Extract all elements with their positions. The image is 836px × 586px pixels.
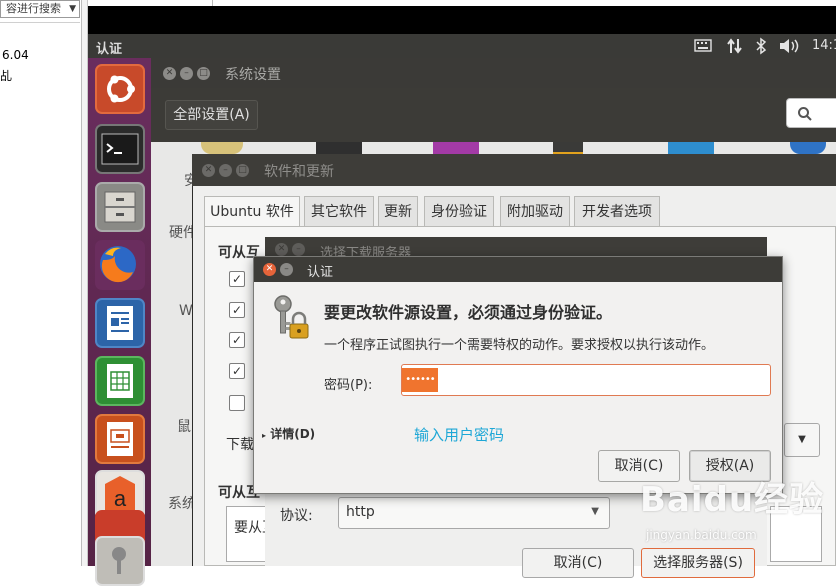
password-label: 密码(P):	[324, 378, 373, 393]
host-search-box[interactable]: 容进行搜索 ▼	[0, 0, 80, 18]
svg-text:a: a	[114, 486, 127, 511]
baidu-watermark: Baidu经验 jingyan.baidu.com	[640, 472, 836, 566]
host-divider	[0, 22, 80, 23]
download-server-combo[interactable]: ▼	[784, 423, 820, 457]
maximize-icon[interactable]: □	[236, 164, 249, 177]
protocol-value: http	[346, 504, 375, 520]
all-settings-button[interactable]: 全部设置(A)	[165, 100, 258, 130]
host-text-line: 乩	[0, 69, 13, 83]
close-icon[interactable]: ✕	[263, 263, 276, 276]
online-accounts-icon[interactable]	[668, 142, 714, 154]
protocol-select[interactable]: http ▼	[338, 497, 610, 529]
password-input[interactable]	[401, 364, 771, 396]
host-search-text: 容进行搜索	[6, 2, 61, 15]
writer-icon[interactable]	[95, 298, 145, 348]
unity-launcher: a	[88, 58, 151, 586]
bluetooth-icon[interactable]	[755, 37, 767, 60]
close-icon[interactable]: ✕	[202, 164, 215, 177]
maximize-icon[interactable]: □	[197, 67, 210, 80]
tab-other-software[interactable]: 其它软件	[304, 196, 374, 226]
details-expander[interactable]: ▸ 详情(D)	[262, 425, 315, 442]
vm-top-black-bar	[88, 6, 836, 34]
keys-icon[interactable]	[95, 536, 145, 586]
calc-icon[interactable]	[95, 356, 145, 406]
protocol-label: 协议:	[280, 508, 313, 524]
auth-titlebar: ✕ – 认证	[254, 257, 782, 282]
server-cancel-button[interactable]: 取消(C)	[522, 548, 634, 578]
top-panel: 认证 14:1	[88, 34, 836, 58]
appearance-icon[interactable]	[201, 142, 243, 154]
settings-search-input[interactable]	[786, 98, 836, 128]
triangle-right-icon: ▸	[262, 431, 267, 440]
window-title: 软件和更新	[264, 164, 334, 180]
security-icon[interactable]	[553, 142, 583, 154]
tab-updates[interactable]: 更新	[378, 196, 418, 226]
volume-icon[interactable]	[778, 37, 800, 60]
tab-ubuntu-software[interactable]: Ubuntu 软件	[204, 196, 300, 227]
close-icon[interactable]: ✕	[163, 67, 176, 80]
software-updates-titlebar: ✕ – □ 软件和更新	[192, 154, 836, 186]
language-icon[interactable]	[433, 142, 479, 154]
chevron-down-icon[interactable]: ▼	[69, 1, 76, 17]
chevron-down-icon: ▼	[591, 506, 599, 517]
source-checkbox[interactable]: ✓	[229, 363, 245, 379]
watermark-url: jingyan.baidu.com	[646, 528, 757, 542]
tab-developer-options[interactable]: 开发者选项	[574, 196, 660, 226]
download-from-label: 下载	[226, 437, 254, 453]
search-icon	[798, 107, 812, 121]
password-mask: ••••••	[402, 368, 438, 392]
source-checkbox[interactable]	[229, 395, 245, 411]
watermark-brand: Baidu经验	[640, 480, 825, 520]
display-icon[interactable]	[316, 142, 362, 154]
clock[interactable]: 14:1	[812, 37, 836, 55]
minimize-icon[interactable]: –	[292, 243, 305, 256]
impress-icon[interactable]	[95, 414, 145, 464]
minimize-icon[interactable]: –	[180, 67, 193, 80]
source-checkbox[interactable]: ✓	[229, 271, 245, 287]
auth-heading: 要更改软件源设置，必须通过身份验证。	[324, 303, 613, 322]
browser-icon[interactable]	[790, 142, 826, 154]
minimize-icon[interactable]: –	[219, 164, 232, 177]
dialog-title: 认证	[307, 265, 334, 280]
host-left-pane	[0, 0, 82, 566]
details-label: 详情(D)	[270, 427, 316, 441]
source-checkbox[interactable]: ✓	[229, 302, 245, 318]
tab-authentication[interactable]: 身份验证	[424, 196, 494, 226]
settings-section-label: 鼠	[177, 419, 191, 435]
network-updown-icon[interactable]	[726, 37, 744, 60]
ubuntu-dash-icon[interactable]	[95, 64, 145, 114]
tab-additional-drivers[interactable]: 附加驱动	[500, 196, 570, 226]
minimize-icon[interactable]: –	[280, 263, 293, 276]
system-settings-titlebar: ✕ – □ 系统设置	[151, 58, 836, 88]
annotation-text: 输入用户密码	[414, 426, 505, 444]
active-app-title: 认证	[96, 42, 123, 57]
keyboard-icon[interactable]	[694, 37, 712, 58]
terminal-icon[interactable]	[95, 124, 145, 174]
host-text-line: 6.04	[2, 48, 29, 62]
source-checkbox[interactable]: ✓	[229, 332, 245, 348]
firefox-icon[interactable]	[95, 240, 145, 290]
auth-message: 一个程序正试图执行一个需要特权的动作。要求授权以执行该动作。	[324, 338, 715, 353]
settings-section-label: W	[179, 303, 193, 319]
keys-lock-icon	[266, 292, 316, 342]
close-icon[interactable]: ✕	[275, 243, 288, 256]
window-title: 系统设置	[225, 67, 281, 83]
file-cabinet-icon[interactable]	[95, 182, 145, 232]
